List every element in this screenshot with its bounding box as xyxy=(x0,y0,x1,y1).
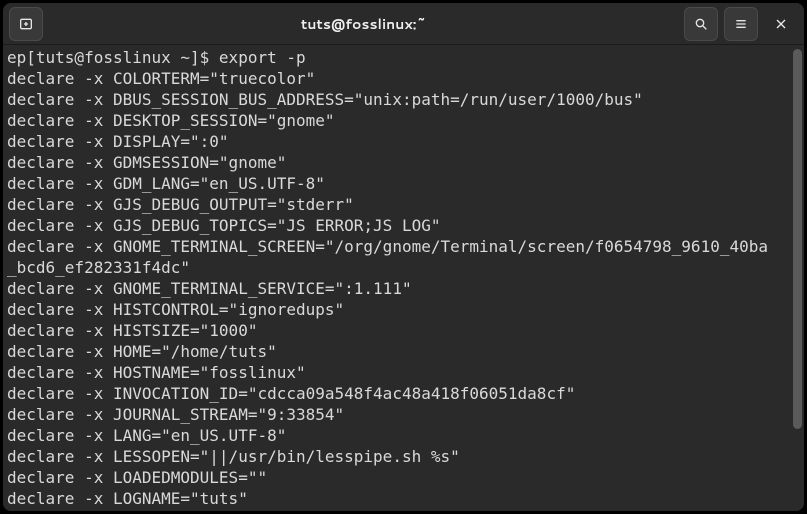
terminal-window: tuts@fosslinux:~ xyxy=(3,3,804,511)
search-button[interactable] xyxy=(684,7,718,41)
scrollbar-thumb[interactable] xyxy=(793,49,802,429)
hamburger-icon xyxy=(733,16,749,32)
close-icon xyxy=(773,16,789,32)
window-title: tuts@fosslinux:~ xyxy=(49,14,678,34)
search-icon xyxy=(693,16,709,32)
terminal-viewport[interactable]: ep[tuts@fosslinux ~]$ export -p declare … xyxy=(3,45,804,511)
new-tab-icon xyxy=(18,16,34,32)
new-tab-button[interactable] xyxy=(9,7,43,41)
titlebar: tuts@fosslinux:~ xyxy=(3,3,804,45)
menu-button[interactable] xyxy=(724,7,758,41)
close-button[interactable] xyxy=(764,7,798,41)
terminal-output: ep[tuts@fosslinux ~]$ export -p declare … xyxy=(3,45,804,511)
